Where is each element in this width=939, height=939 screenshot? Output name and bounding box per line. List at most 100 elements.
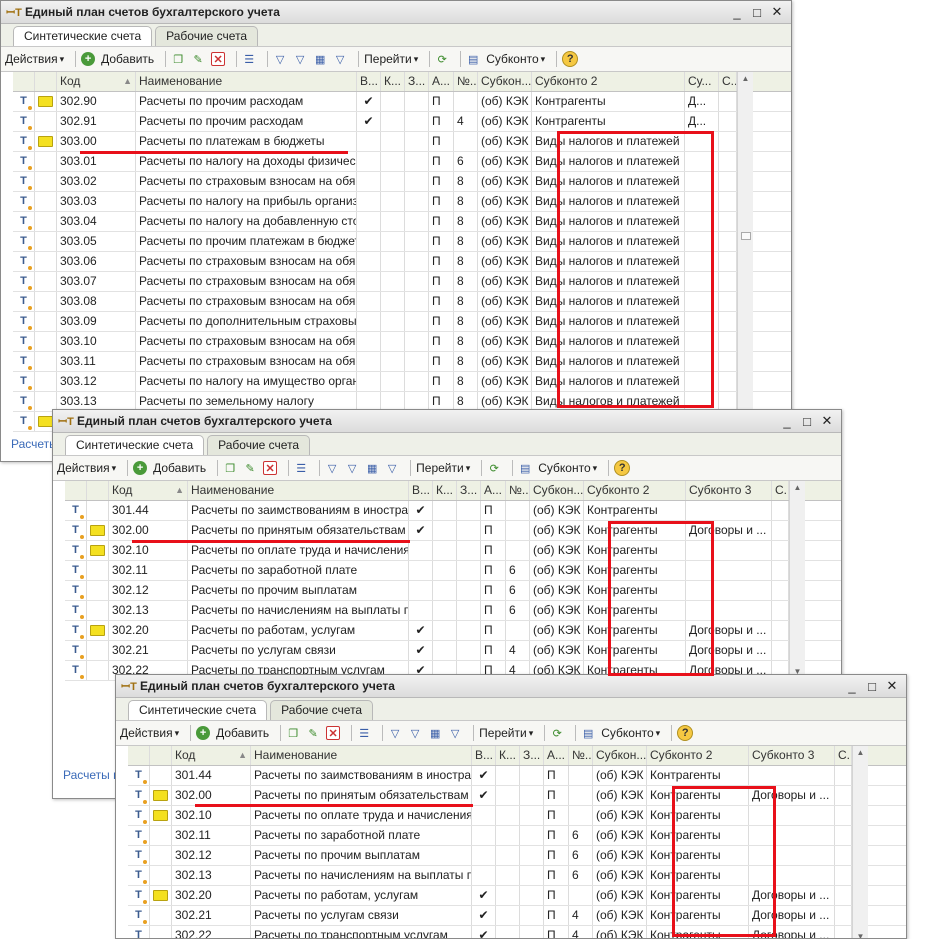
close-icon[interactable]: ✕ bbox=[817, 412, 837, 430]
header-col-subkonto1[interactable]: Субкон... bbox=[530, 481, 584, 500]
table-row[interactable]: T 302.10 Расчеты по оплате труда и начисле… bbox=[65, 541, 841, 561]
actions-menu-button[interactable]: Действия ▾ bbox=[57, 461, 116, 475]
clear-filter-icon[interactable]: ▽ bbox=[333, 52, 347, 66]
delete-icon[interactable]: ✕ bbox=[263, 461, 278, 475]
filter-icon[interactable]: ▽ bbox=[388, 726, 402, 740]
add-button[interactable]: + Добавить bbox=[196, 726, 269, 740]
refresh-icon[interactable]: ⟳ bbox=[435, 52, 449, 66]
goto-menu-button[interactable]: Перейти ▾ bbox=[416, 461, 470, 475]
table-row[interactable]: T 302.20 Расчеты по работам, услугам ✔ П (об)… bbox=[65, 621, 841, 641]
clear-filter-icon[interactable]: ▽ bbox=[448, 726, 462, 740]
accounts-table[interactable]: Код ▲ Наименование В... К... З... А... №... Субк… bbox=[128, 746, 906, 938]
table-row[interactable]: T 302.21 Расчеты по услугам связи ✔ П 4 (об) К… bbox=[65, 641, 841, 661]
filter-by-value-icon[interactable]: ▽ bbox=[408, 726, 422, 740]
copy-icon[interactable]: ❐ bbox=[223, 461, 237, 475]
header-col-num[interactable]: №... bbox=[506, 481, 530, 500]
title-bar[interactable]: ꟷT Единый план счетов бухгалтерского учет… bbox=[116, 675, 906, 698]
tab-working-accounts[interactable]: Рабочие счета bbox=[155, 26, 259, 46]
scroll-thumb[interactable] bbox=[741, 232, 751, 240]
subkonto-menu-button[interactable]: ▤ Субконто ▾ bbox=[581, 726, 660, 740]
header-col-k[interactable]: К... bbox=[496, 746, 520, 765]
table-row[interactable]: T 301.44 Расчеты по заимствованиям в иност… bbox=[65, 501, 841, 521]
header-col-k[interactable]: К... bbox=[433, 481, 457, 500]
maximize-icon[interactable]: □ bbox=[797, 412, 817, 430]
header-col-a[interactable]: А... bbox=[544, 746, 569, 765]
header-col-a[interactable]: А... bbox=[429, 72, 454, 91]
tab-synthetic-accounts[interactable]: Синтетические счета bbox=[65, 435, 205, 455]
header-col-z[interactable]: З... bbox=[457, 481, 481, 500]
goto-menu-button[interactable]: Перейти ▾ bbox=[364, 52, 418, 66]
header-col-subkonto2[interactable]: Субконто 2 bbox=[532, 72, 685, 91]
header-col-code[interactable]: Код ▲ bbox=[109, 481, 188, 500]
filter-icon[interactable]: ▽ bbox=[273, 52, 287, 66]
header-col-name[interactable]: Наименование bbox=[188, 481, 409, 500]
header-col-subkonto1[interactable]: Субкон... bbox=[593, 746, 647, 765]
scroll-down-icon[interactable]: ▼ bbox=[853, 932, 868, 938]
filter-list-icon[interactable]: ▦ bbox=[313, 52, 327, 66]
filter-by-value-icon[interactable]: ▽ bbox=[345, 461, 359, 475]
minimize-icon[interactable]: _ bbox=[727, 3, 747, 21]
vertical-scrollbar[interactable]: ▲▼ bbox=[789, 481, 805, 689]
header-col-z[interactable]: З... bbox=[520, 746, 544, 765]
help-icon[interactable]: ? bbox=[677, 725, 694, 741]
table-row[interactable]: T 302.20 Расчеты по работам, услугам ✔ П (об)… bbox=[128, 886, 906, 906]
delete-icon[interactable]: ✕ bbox=[211, 52, 226, 66]
tab-working-accounts[interactable]: Рабочие счета bbox=[270, 700, 374, 720]
filter-list-icon[interactable]: ▦ bbox=[428, 726, 442, 740]
scroll-up-icon[interactable]: ▲ bbox=[738, 72, 753, 86]
filter-icon[interactable]: ▽ bbox=[325, 461, 339, 475]
table-row[interactable]: T 302.13 Расчеты по начислениям на выплаты… bbox=[65, 601, 841, 621]
table-row[interactable]: T 302.11 Расчеты по заработной плате П 6 (об)… bbox=[128, 826, 906, 846]
table-row[interactable]: T 302.00 Расчеты по принятым обязательства… bbox=[128, 786, 906, 806]
subkonto-menu-button[interactable]: ▤ Субконто ▾ bbox=[518, 461, 597, 475]
vertical-scrollbar[interactable]: ▲▼ bbox=[737, 72, 753, 432]
header-col-num[interactable]: №... bbox=[454, 72, 478, 91]
header-col-name[interactable]: Наименование bbox=[251, 746, 472, 765]
header-col-subkonto1[interactable]: Субкон... bbox=[478, 72, 532, 91]
minimize-icon[interactable]: _ bbox=[777, 412, 797, 430]
table-row[interactable]: T 302.22 Расчеты по транспортным услугам ✔ П… bbox=[128, 926, 906, 938]
add-button[interactable]: + Добавить bbox=[81, 52, 154, 66]
header-col-v[interactable]: В... bbox=[472, 746, 496, 765]
title-bar[interactable]: ꟷT Единый план счетов бухгалтерского учет… bbox=[53, 410, 841, 433]
actions-menu-button[interactable]: Действия ▾ bbox=[5, 52, 64, 66]
accounts-table[interactable]: Код ▲ Наименование В... К... З... А... №... Субк… bbox=[65, 481, 841, 689]
title-bar[interactable]: ꟷT Единый план счетов бухгалтерского учет… bbox=[1, 1, 791, 24]
scroll-up-icon[interactable]: ▲ bbox=[790, 481, 805, 495]
close-icon[interactable]: ✕ bbox=[882, 677, 902, 695]
header-col-subkonto3[interactable]: Субконто 3 bbox=[686, 481, 772, 500]
help-icon[interactable]: ? bbox=[562, 51, 579, 67]
hierarchy-icon[interactable]: ☰ bbox=[242, 52, 256, 66]
header-col-s[interactable]: С... bbox=[719, 72, 737, 91]
delete-icon[interactable]: ✕ bbox=[326, 726, 341, 740]
table-row[interactable]: T 301.44 Расчеты по заимствованиям в иност… bbox=[128, 766, 906, 786]
table-row[interactable]: T 302.12 Расчеты по прочим выплатам П 6 (об) … bbox=[128, 846, 906, 866]
help-icon[interactable]: ? bbox=[614, 460, 631, 476]
table-row[interactable]: T 302.91 Расчеты по прочим расходам ✔ П 4 (об)… bbox=[13, 112, 791, 132]
edit-icon[interactable]: ✎ bbox=[243, 461, 257, 475]
table-row[interactable]: T 302.21 Расчеты по услугам связи ✔ П 4 (об) К… bbox=[128, 906, 906, 926]
goto-menu-button[interactable]: Перейти ▾ bbox=[479, 726, 533, 740]
filter-list-icon[interactable]: ▦ bbox=[365, 461, 379, 475]
header-col-s[interactable]: С... bbox=[835, 746, 852, 765]
subkonto-menu-button[interactable]: ▤ Субконто ▾ bbox=[466, 52, 545, 66]
close-icon[interactable]: ✕ bbox=[767, 3, 787, 21]
header-col-name[interactable]: Наименование bbox=[136, 72, 357, 91]
header-col-num[interactable]: №... bbox=[569, 746, 593, 765]
table-row[interactable]: T 302.13 Расчеты по начислениям на выплаты… bbox=[128, 866, 906, 886]
table-row[interactable]: T 302.90 Расчеты по прочим расходам ✔ П (об) … bbox=[13, 92, 791, 112]
header-col-s[interactable]: С... bbox=[772, 481, 789, 500]
table-row[interactable]: T 302.12 Расчеты по прочим выплатам П 6 (об) … bbox=[65, 581, 841, 601]
header-col-code[interactable]: Код ▲ bbox=[57, 72, 136, 91]
refresh-icon[interactable]: ⟳ bbox=[550, 726, 564, 740]
filter-by-value-icon[interactable]: ▽ bbox=[293, 52, 307, 66]
hierarchy-icon[interactable]: ☰ bbox=[357, 726, 371, 740]
minimize-icon[interactable]: _ bbox=[842, 677, 862, 695]
header-col-subkonto3[interactable]: Су... bbox=[685, 72, 719, 91]
bottom-description-link[interactable]: Расчеты п bbox=[57, 768, 120, 782]
edit-icon[interactable]: ✎ bbox=[191, 52, 205, 66]
copy-icon[interactable]: ❐ bbox=[286, 726, 300, 740]
header-col-v[interactable]: В... bbox=[357, 72, 381, 91]
header-col-subkonto2[interactable]: Субконто 2 bbox=[647, 746, 749, 765]
bottom-description-link[interactable]: Расчеты bbox=[5, 437, 58, 451]
